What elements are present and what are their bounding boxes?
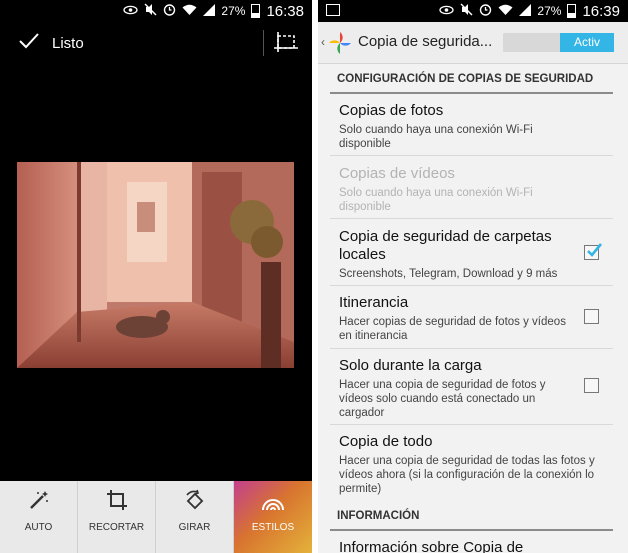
clock: 16:38 bbox=[266, 2, 304, 20]
crop-aspect-icon[interactable] bbox=[274, 31, 298, 53]
status-bar: 27% 16:38 bbox=[0, 0, 312, 22]
setting-subtitle: Solo cuando haya una conexión Wi-Fi disp… bbox=[339, 187, 533, 213]
editor-top-bar: Listo bbox=[0, 22, 312, 64]
signal-icon bbox=[203, 3, 216, 19]
backup-toggle[interactable]: Activ bbox=[503, 33, 614, 52]
divider bbox=[263, 30, 264, 56]
setting-title: Información sobre Copia de bbox=[339, 539, 524, 553]
rotate-icon bbox=[184, 489, 206, 514]
done-button[interactable]: Listo bbox=[18, 32, 84, 54]
tool-label: RECORTAR bbox=[88, 522, 145, 533]
setting-backup-all[interactable]: Copia de todo Hacer una copia de segurid… bbox=[339, 433, 609, 496]
local-folders-checkbox[interactable] bbox=[584, 243, 602, 260]
setting-subtitle: Hacer copias de seguridad de fotos y víd… bbox=[339, 316, 566, 342]
setting-subtitle: Solo cuando haya una conexión Wi-Fi disp… bbox=[339, 124, 533, 150]
setting-only-charging[interactable]: Solo durante la carga Hacer una copia de… bbox=[339, 357, 579, 420]
only-charging-checkbox[interactable] bbox=[584, 378, 599, 393]
divider bbox=[330, 218, 613, 219]
alarm-icon bbox=[163, 3, 176, 19]
section-header: INFORMACIÓN bbox=[337, 510, 420, 522]
page-title: Copia de segurida... bbox=[358, 33, 493, 50]
tool-label: GIRAR bbox=[178, 522, 211, 533]
setting-subtitle: Hacer una copia de seguridad de todas la… bbox=[339, 455, 595, 495]
setting-title: Solo durante la carga bbox=[339, 357, 482, 374]
roaming-checkbox[interactable] bbox=[584, 309, 599, 324]
setting-roaming[interactable]: Itinerancia Hacer copias de seguridad de… bbox=[339, 294, 579, 343]
photo-editor-screen: 27% 16:38 Listo AUTO RECORTAR GIRAR ESTI… bbox=[0, 0, 312, 553]
setting-subtitle: Screenshots, Telegram, Download y 9 más bbox=[339, 268, 558, 280]
setting-photo-backup[interactable]: Copias de fotos Solo cuando haya una con… bbox=[339, 102, 579, 151]
setting-title: Copias de vídeos bbox=[339, 165, 455, 182]
google-photos-pinwheel-icon[interactable] bbox=[325, 28, 355, 58]
clock: 16:39 bbox=[582, 2, 620, 20]
mute-icon bbox=[460, 3, 473, 19]
tool-label: ESTILOS bbox=[251, 522, 295, 533]
section-divider bbox=[330, 529, 613, 531]
section-divider bbox=[330, 92, 613, 94]
toggle-on-label: Activ bbox=[560, 33, 614, 52]
editor-toolbar: AUTO RECORTAR GIRAR ESTILOS bbox=[0, 481, 312, 553]
wifi-icon bbox=[498, 4, 513, 19]
signal-icon bbox=[519, 3, 532, 19]
styles-tool-button[interactable]: ESTILOS bbox=[234, 481, 312, 553]
action-bar: ‹ Copia de segurida... Activ bbox=[318, 22, 628, 64]
setting-subtitle: Hacer una copia de seguridad de fotos y … bbox=[339, 379, 546, 419]
tool-label: AUTO bbox=[24, 522, 53, 533]
image-notification-icon bbox=[326, 4, 340, 16]
divider bbox=[330, 155, 613, 156]
done-label: Listo bbox=[52, 34, 84, 52]
photo-preview[interactable] bbox=[17, 162, 294, 368]
auto-tool-button[interactable]: AUTO bbox=[0, 481, 78, 553]
eye-icon bbox=[123, 4, 139, 18]
wifi-icon bbox=[182, 4, 197, 19]
divider bbox=[330, 424, 613, 425]
section-header: CONFIGURACIÓN DE COPIAS DE SEGURIDAD bbox=[337, 73, 594, 85]
backup-settings-screen: 27% 16:39 ‹ Copia de segurida... Activ C… bbox=[318, 0, 628, 553]
checkmark-icon bbox=[18, 32, 40, 54]
setting-title: Copias de fotos bbox=[339, 102, 444, 119]
setting-local-folders[interactable]: Copia de seguridad de carpetas locales S… bbox=[339, 228, 579, 281]
divider bbox=[330, 348, 613, 349]
magic-wand-icon bbox=[28, 489, 50, 514]
setting-info-about[interactable]: Información sobre Copia de bbox=[339, 539, 609, 553]
setting-video-backup: Copias de vídeos Solo cuando haya una co… bbox=[339, 165, 579, 214]
setting-title: Copia de seguridad de carpetas locales bbox=[339, 228, 552, 263]
alarm-icon bbox=[479, 3, 492, 19]
status-bar: 27% 16:39 bbox=[318, 0, 628, 22]
rotate-tool-button[interactable]: GIRAR bbox=[156, 481, 234, 553]
styles-icon bbox=[260, 495, 286, 514]
battery-icon bbox=[251, 4, 261, 18]
battery-icon bbox=[567, 4, 577, 18]
setting-title: Itinerancia bbox=[339, 294, 409, 311]
eye-icon bbox=[439, 4, 455, 18]
mute-icon bbox=[144, 3, 157, 19]
divider bbox=[330, 285, 613, 286]
setting-title: Copia de todo bbox=[339, 433, 433, 450]
battery-percent: 27% bbox=[221, 4, 246, 18]
battery-percent: 27% bbox=[537, 4, 562, 18]
crop-tool-button[interactable]: RECORTAR bbox=[78, 481, 156, 553]
crop-icon bbox=[106, 489, 128, 514]
